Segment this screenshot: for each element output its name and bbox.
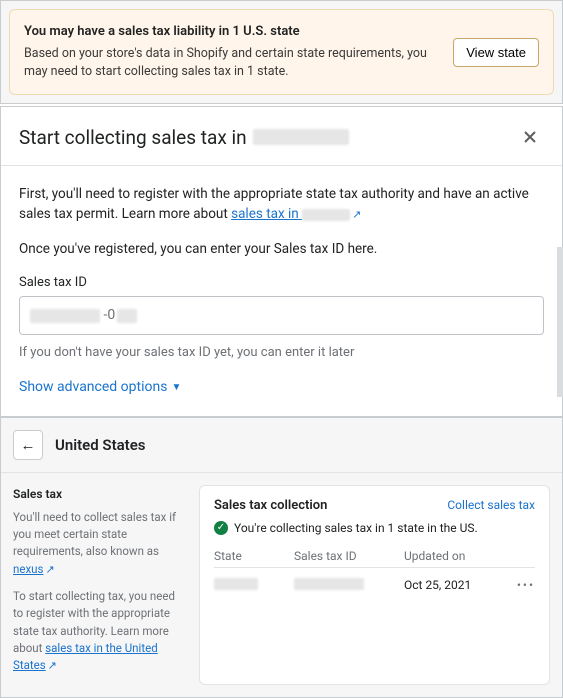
cell-updated: Oct 25, 2021 (404, 578, 504, 592)
check-circle-icon: ✓ (214, 521, 228, 535)
col-updated: Updated on (404, 549, 504, 563)
alert-title: You may have a sales tax liability in 1 … (24, 24, 439, 39)
show-advanced-options[interactable]: Show advanced options ▼ (19, 377, 181, 398)
card-title: Sales tax collection (214, 498, 447, 513)
col-actions (504, 549, 535, 563)
settings-header: ← United States (1, 418, 562, 473)
external-link-icon: ↗ (48, 659, 57, 672)
modal-instruction: Once you've registered, you can enter yo… (19, 239, 544, 259)
collection-status: ✓ You're collecting sales tax in 1 state… (214, 521, 535, 535)
table-row: Oct 25, 2021 ••• (214, 568, 535, 603)
modal-header: Start collecting sales tax in (1, 107, 562, 166)
modal-title: Start collecting sales tax in (19, 126, 516, 149)
redacted-tax-id-part2 (117, 309, 137, 323)
table-header: State Sales tax ID Updated on (214, 545, 535, 568)
arrow-left-icon: ← (21, 436, 36, 454)
status-text: You're collecting sales tax in 1 state i… (234, 521, 478, 535)
external-link-icon: ↗ (352, 208, 361, 221)
sales-tax-collection-card: Sales tax collection Collect sales tax ✓… (199, 485, 550, 685)
tax-liability-alert: You may have a sales tax liability in 1 … (9, 9, 554, 95)
tax-id-visible-fragment: -0 (100, 305, 115, 326)
view-state-button[interactable]: View state (453, 38, 539, 67)
alert-body: Based on your store's data in Shopify an… (24, 45, 439, 80)
modal-intro: First, you'll need to register with the … (19, 184, 544, 225)
external-link-icon: ↗ (45, 563, 54, 576)
redacted-state-name (253, 129, 349, 145)
close-icon (521, 128, 539, 146)
states-table: State Sales tax ID Updated on Oct 25, 20… (214, 545, 535, 603)
redacted-tax-id-part1 (30, 309, 100, 323)
nexus-text: You'll need to collect sales tax if you … (13, 510, 176, 559)
sales-tax-state-link[interactable]: sales tax in (231, 206, 350, 222)
card-header: Sales tax collection Collect sales tax (214, 498, 535, 513)
settings-body: Sales tax You'll need to collect sales t… (1, 473, 562, 697)
sales-tax-id-label: Sales tax ID (19, 273, 544, 293)
redacted-tax-id (294, 578, 364, 590)
col-state: State (214, 549, 294, 563)
row-actions-button[interactable]: ••• (504, 578, 535, 592)
tax-liability-panel: You may have a sales tax liability in 1 … (0, 0, 563, 104)
redacted-link-state (302, 209, 350, 221)
register-paragraph: To start collecting tax, you need to reg… (13, 588, 183, 675)
link-text: sales tax in (231, 206, 299, 222)
tax-id-hint: If you don't have your sales tax ID yet,… (19, 343, 544, 363)
tax-settings-panel: ← United States Sales tax You'll need to… (0, 417, 563, 698)
cell-state (214, 578, 294, 593)
alert-text: You may have a sales tax liability in 1 … (24, 24, 439, 80)
sales-tax-id-input[interactable]: -0 (19, 296, 544, 335)
background-sliver (557, 247, 563, 397)
redacted-state (214, 578, 258, 590)
col-tax-id: Sales tax ID (294, 549, 404, 563)
cell-tax-id (294, 578, 404, 593)
modal-title-prefix: Start collecting sales tax in (19, 126, 247, 149)
caret-down-icon: ▼ (171, 380, 181, 395)
close-button[interactable] (516, 123, 544, 151)
section-heading: Sales tax (13, 485, 183, 503)
country-title: United States (55, 436, 145, 454)
settings-description: Sales tax You'll need to collect sales t… (13, 485, 183, 685)
advanced-label: Show advanced options (19, 377, 167, 398)
nexus-link[interactable]: nexus (13, 562, 43, 576)
nexus-paragraph: You'll need to collect sales tax if you … (13, 509, 183, 578)
collect-sales-tax-modal: Start collecting sales tax in First, you… (0, 106, 563, 417)
collect-sales-tax-link[interactable]: Collect sales tax (447, 498, 535, 512)
back-button[interactable]: ← (13, 430, 43, 460)
modal-body: First, you'll need to register with the … (1, 166, 562, 416)
